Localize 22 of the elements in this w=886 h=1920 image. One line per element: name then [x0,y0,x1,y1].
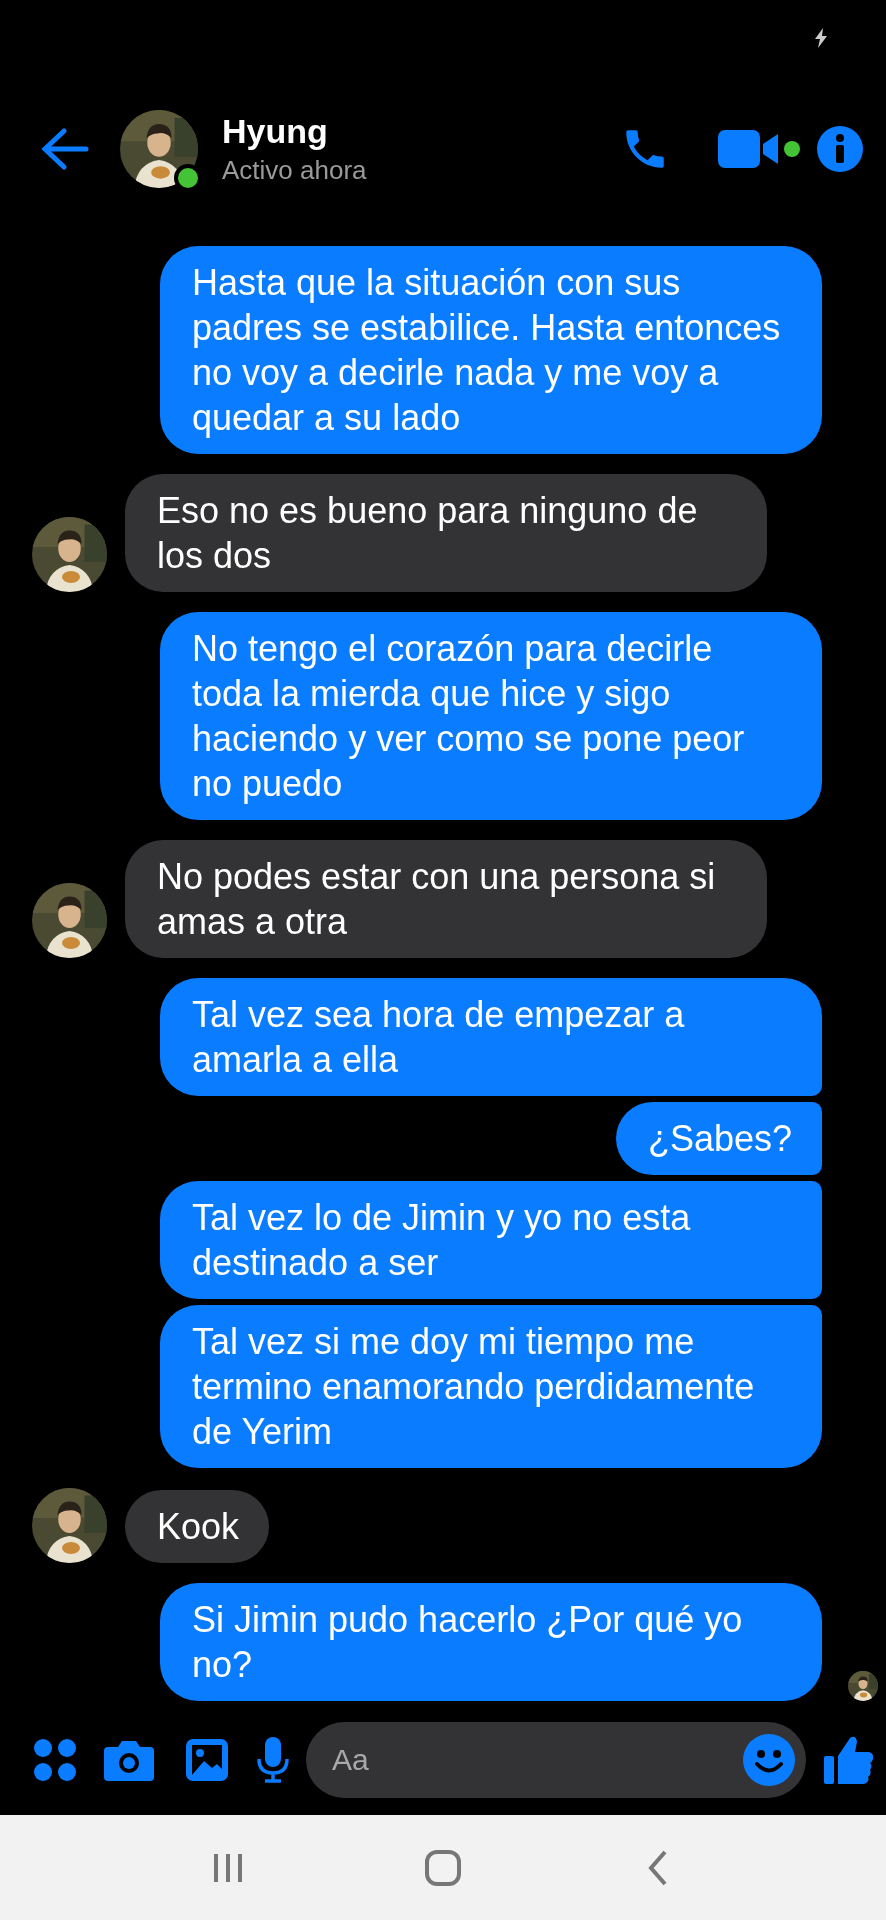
emoji-icon[interactable] [742,1733,796,1787]
sent-message: ¿Sabes? [615,1102,822,1175]
received-message: No podes estar con una persona si amas a otra [125,840,767,958]
charging-icon [814,28,828,48]
contact-name: Hyung [222,112,329,151]
message-field[interactable]: Aa [306,1722,806,1798]
received-message: Kook [125,1490,270,1563]
sent-message: Tal vez lo de Jimin y yo no esta destinado a ser [160,1181,822,1299]
apps-icon[interactable] [32,1737,78,1783]
received-message: Eso no es bueno para ninguno de los dos [125,474,767,592]
back-arrow-icon[interactable] [40,127,90,171]
sent-message: Tal vez si me doy mi tiempo me termino enamorando perdidamente de Yerim [160,1305,822,1468]
sent-message: Hasta que la situación con sus padres se estabilice. Hasta entonces no voy a decirle nada y me voy a quedar a su lado [160,246,822,454]
sent-message: Tal vez sea hora de empezar a amarla a ella [160,978,822,1096]
sent-message: Si Jimin pudo hacerlo ¿Por qué yo no? [160,1583,822,1701]
home-icon[interactable] [423,1847,463,1888]
microphone-icon[interactable] [256,1737,290,1783]
sent-message: No tengo el corazón para decirle toda la mierda que hice y sigo haciendo y ver como se pone peor no puedo [160,612,822,820]
info-icon[interactable] [816,124,864,174]
activity-status: Activo ahora [222,155,368,186]
thumbs-up-icon[interactable] [824,1734,874,1786]
image-icon[interactable] [184,1737,230,1783]
